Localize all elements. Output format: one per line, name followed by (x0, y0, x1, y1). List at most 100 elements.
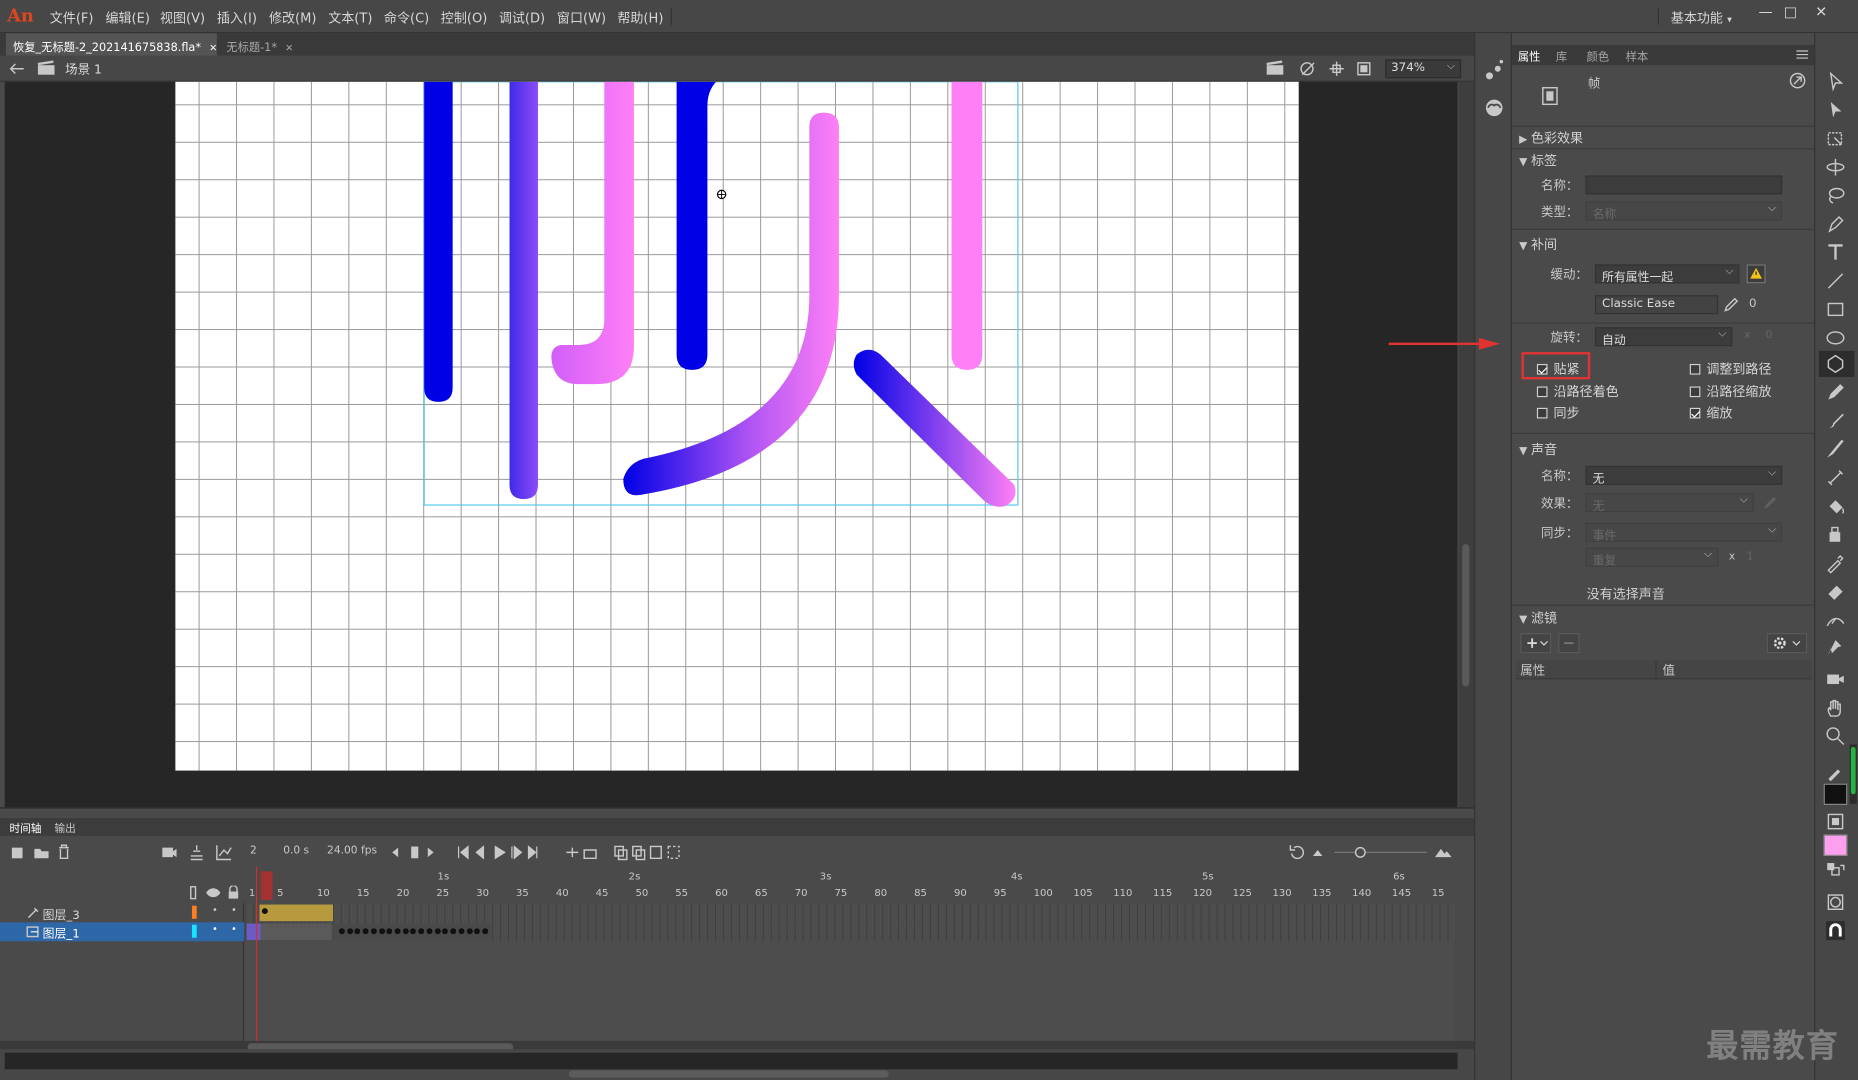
fill-color-swatch[interactable] (1823, 834, 1848, 856)
section-tween[interactable]: ▼ 补间 (1519, 235, 1557, 254)
stroke-color-swatch[interactable] (1823, 783, 1848, 805)
tab-timeline[interactable]: 时间轴 (9, 820, 41, 836)
object-drawing-icon[interactable] (1825, 892, 1846, 913)
sound-sync-select[interactable]: 事件 ⌵ (1585, 522, 1783, 543)
zoom-tool-icon[interactable] (1825, 726, 1846, 747)
new-layer-icon[interactable] (11, 845, 25, 859)
sound-name-select[interactable]: 无 ⌵ (1585, 465, 1783, 486)
fill-color-icon[interactable] (1825, 811, 1846, 832)
3d-rotation-tool-icon[interactable] (1825, 156, 1846, 177)
edit-symbol-icon[interactable] (1299, 60, 1318, 77)
line-tool-icon[interactable] (1825, 270, 1846, 291)
keyframe[interactable] (386, 928, 393, 935)
paint-brush-tool-icon[interactable] (1825, 410, 1846, 431)
keyframe[interactable] (458, 928, 465, 935)
oval-tool-icon[interactable] (1825, 327, 1846, 348)
checkbox-box[interactable] (1689, 407, 1701, 419)
scale-checkbox[interactable]: 缩放 (1689, 403, 1732, 422)
keyframe[interactable] (338, 928, 345, 935)
keyframe[interactable] (442, 928, 449, 935)
edit-scene-icon[interactable] (1266, 60, 1285, 75)
tab-swatches[interactable]: 样本 (1626, 47, 1649, 64)
lasso-tool-icon[interactable] (1825, 185, 1846, 206)
help-icon[interactable] (1789, 72, 1806, 89)
eyedropper-tool-icon[interactable] (1825, 552, 1846, 574)
close-window-button[interactable]: ✕ (1808, 4, 1834, 23)
tab-properties[interactable]: 属性 (1518, 47, 1541, 64)
selected-frame[interactable] (246, 923, 261, 941)
loop-icon[interactable] (565, 844, 598, 861)
section-color-effect[interactable]: ▶ 色彩效果 (1519, 128, 1583, 147)
minimize-button[interactable]: — (1753, 4, 1779, 23)
back-arrow-icon[interactable] (8, 63, 25, 75)
zoom-select[interactable]: 374% ⌵ (1385, 59, 1462, 79)
stage-vertical-scrollbar[interactable] (1458, 81, 1475, 808)
frame-rate[interactable]: 24.00 fps (327, 845, 377, 857)
panel-menu-icon[interactable] (1796, 50, 1809, 59)
checkbox-box[interactable] (1536, 407, 1548, 419)
checkbox-box[interactable] (1689, 363, 1701, 375)
tween-span[interactable] (259, 904, 333, 922)
layer-row-selected[interactable]: 图层_1 • • (0, 922, 245, 942)
add-filter-button[interactable] (1520, 633, 1552, 654)
timeline-zoom-slider[interactable] (1334, 844, 1429, 861)
menu-commands[interactable]: 命令(C) (384, 8, 429, 27)
scroll-thumb[interactable] (1462, 544, 1470, 687)
layer-row[interactable]: 图层_3 • • (0, 903, 244, 922)
tools-scrollbar[interactable] (1849, 744, 1857, 804)
menu-modify[interactable]: 修改(M) (269, 8, 316, 27)
keyframe[interactable] (482, 928, 489, 935)
stage-canvas[interactable] (175, 81, 1299, 771)
menu-debug[interactable]: 调试(D) (499, 8, 545, 27)
keyframe[interactable] (450, 928, 457, 935)
keyframe[interactable] (402, 928, 409, 935)
rectangle-tool-icon[interactable] (1825, 299, 1846, 320)
layer-color-swatch[interactable] (191, 905, 197, 919)
remove-filter-button[interactable] (1558, 633, 1580, 654)
warning-icon[interactable] (1746, 264, 1766, 284)
keyframe[interactable] (378, 928, 385, 935)
static-frames[interactable] (260, 923, 332, 941)
visibility-dot-icon[interactable]: • (212, 905, 218, 916)
sync-checkbox[interactable]: 同步 (1536, 403, 1580, 422)
paint-bucket-tool-icon[interactable] (1825, 496, 1846, 517)
keyframe[interactable] (426, 928, 433, 935)
delete-layer-icon[interactable] (57, 844, 71, 860)
brush-tool-icon[interactable] (1825, 439, 1846, 460)
color-along-path-checkbox[interactable]: 沿路径着色 (1536, 382, 1619, 401)
layer-color-swatch[interactable] (191, 924, 197, 938)
current-frame[interactable]: 2 (250, 845, 257, 857)
scroll-thumb[interactable] (568, 1070, 889, 1078)
motion-presets-icon[interactable] (1484, 59, 1505, 83)
transform-point-icon[interactable] (716, 189, 727, 200)
keyframe[interactable] (394, 928, 401, 935)
sound-effect-select[interactable]: 无 ⌵ (1585, 493, 1754, 513)
menu-insert[interactable]: 插入(I) (217, 8, 257, 27)
tab-document-2[interactable]: 无标题-1* ✕ (219, 33, 300, 56)
layer-name[interactable]: 图层_1 (43, 924, 80, 941)
menu-edit[interactable]: 编辑(E) (105, 8, 149, 27)
ink-bottle-tool-icon[interactable] (1825, 524, 1846, 545)
scale-along-path-checkbox[interactable]: 沿路径缩放 (1689, 382, 1772, 401)
selection-tool-icon[interactable] (1825, 71, 1846, 92)
polystar-tool-icon[interactable] (1825, 353, 1846, 374)
menu-file[interactable]: 文件(F) (50, 8, 94, 27)
ease-mode-select[interactable]: 所有属性一起 ⌵ (1594, 264, 1740, 285)
keyframe[interactable] (474, 928, 481, 935)
menu-control[interactable]: 控制(O) (441, 8, 488, 27)
menu-window[interactable]: 窗口(W) (557, 8, 606, 27)
snap-magnet-icon[interactable] (1825, 920, 1846, 941)
keyframe[interactable] (418, 928, 425, 935)
tab-library[interactable]: 库 (1556, 47, 1567, 64)
checkbox-box[interactable] (1536, 386, 1548, 398)
visibility-dot-icon[interactable]: • (212, 924, 218, 935)
menu-view[interactable]: 视图(V) (160, 8, 205, 27)
section-label[interactable]: ▼ 标签 (1519, 151, 1557, 170)
lock-dot-icon[interactable]: • (231, 905, 237, 916)
pin-tool-icon[interactable] (1825, 638, 1846, 659)
keyframe[interactable] (410, 928, 417, 935)
bone-tool-icon[interactable] (1825, 467, 1846, 488)
center-stage-icon[interactable] (1328, 60, 1345, 77)
sound-repeat-select[interactable]: 重复 ⌵ (1585, 547, 1719, 568)
checkbox-box[interactable] (1689, 386, 1701, 398)
